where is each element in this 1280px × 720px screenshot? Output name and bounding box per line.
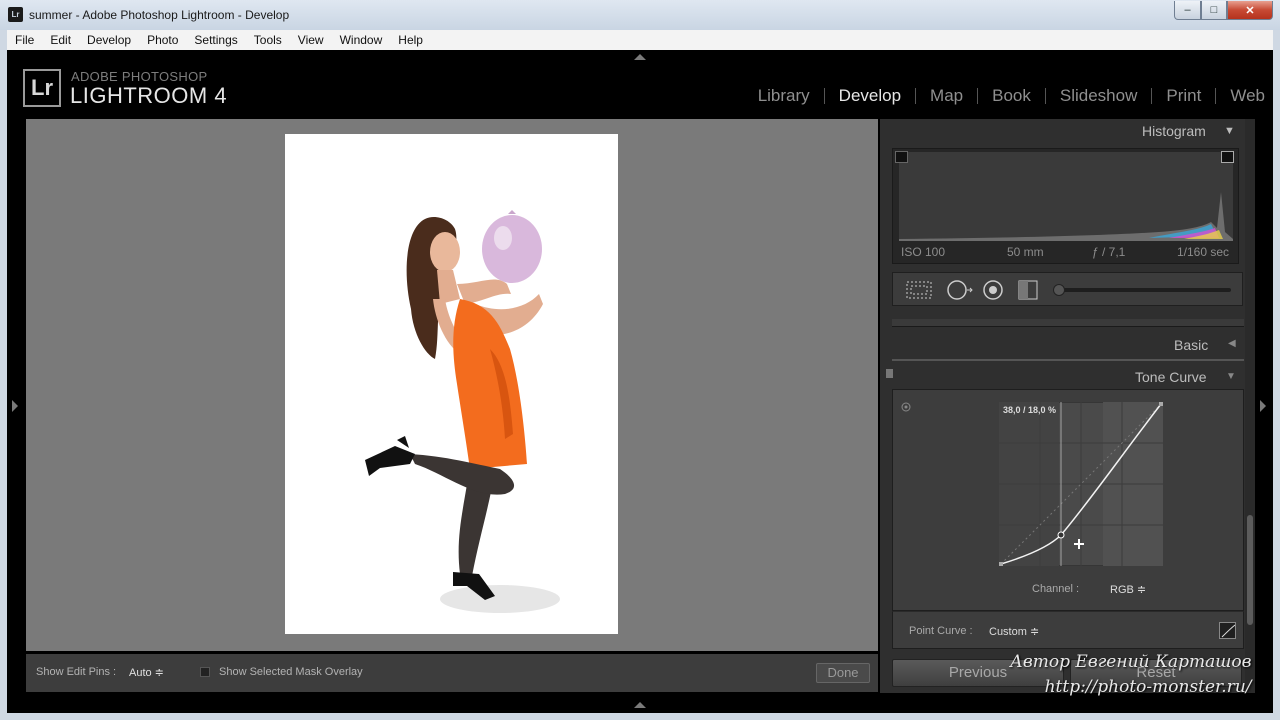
menu-edit[interactable]: Edit [42, 33, 79, 47]
mask-overlay-label: Show Selected Mask Overlay [219, 666, 363, 678]
focal-length: 50 mm [1007, 245, 1044, 259]
targeted-adjustment-icon[interactable] [901, 402, 913, 414]
bottom-toolbar: Show Edit Pins : Auto ≑ Show Selected Ma… [26, 654, 878, 692]
app-icon: Lr [8, 7, 23, 22]
module-map[interactable]: Map [916, 86, 977, 106]
module-library[interactable]: Library [744, 86, 824, 106]
shutter-speed: 1/160 sec [1177, 245, 1230, 259]
adjustment-brush-slider[interactable] [1057, 288, 1231, 292]
brand-line-2: LIGHTROOM 4 [70, 83, 228, 108]
spot-removal-icon[interactable] [945, 279, 975, 301]
histogram[interactable]: ISO 100 50 mm ƒ / 7,1 1/160 sec [892, 148, 1239, 264]
point-curve-edit-icon[interactable] [1219, 622, 1236, 639]
scrollbar-thumb[interactable] [1247, 515, 1253, 625]
watermark-url: http://photo-monster.ru/ [1044, 677, 1252, 697]
top-panel-toggle-icon[interactable] [634, 54, 646, 60]
shadow-clipping-icon[interactable] [895, 151, 908, 163]
image-loupe-view[interactable] [26, 119, 878, 651]
basic-expand-icon[interactable]: ◀ [1228, 338, 1236, 349]
module-web[interactable]: Web [1216, 86, 1273, 106]
tone-curve-panel-header[interactable]: Tone Curve [1135, 369, 1207, 385]
point-curve-row: Point Curve : Custom ≑ [892, 611, 1244, 649]
application-window: Lr summer - Adobe Photoshop Lightroom - … [0, 0, 1280, 720]
tone-curve-graph[interactable] [999, 402, 1163, 566]
brand-line-1: ADOBE PHOTOSHOP [71, 69, 208, 84]
menu-develop[interactable]: Develop [79, 33, 139, 47]
adjustment-brush-icon[interactable] [1053, 284, 1065, 296]
red-eye-icon[interactable] [981, 279, 1007, 301]
module-book[interactable]: Book [978, 86, 1045, 106]
point-curve-select[interactable]: Custom ≑ [989, 625, 1039, 638]
menu-window[interactable]: Window [332, 33, 391, 47]
graduated-filter-icon[interactable] [1015, 279, 1043, 301]
menu-bar: File Edit Develop Photo Settings Tools V… [7, 30, 1273, 50]
histogram-header[interactable]: Histogram [1142, 123, 1206, 139]
photo-preview[interactable] [285, 134, 618, 634]
mask-overlay-checkbox[interactable] [200, 667, 210, 677]
left-panel-toggle-icon[interactable] [12, 400, 18, 412]
module-print[interactable]: Print [1152, 86, 1215, 106]
right-panel: Histogram ▼ ISO 100 50 mm ƒ / 7,1 1/160 … [880, 119, 1255, 693]
menu-help[interactable]: Help [390, 33, 431, 47]
module-slideshow[interactable]: Slideshow [1046, 86, 1152, 106]
channel-select[interactable]: RGB ≑ [1110, 583, 1146, 596]
collapsed-panel-strip [892, 319, 1244, 327]
module-picker: Library Develop Map Book Slideshow Print… [744, 86, 1273, 106]
aperture: ƒ / 7,1 [1092, 245, 1126, 259]
watermark-author: Автор Евгений Карташов [1010, 652, 1252, 672]
highlight-clipping-icon[interactable] [1221, 151, 1234, 163]
window-title: summer - Adobe Photoshop Lightroom - Dev… [29, 8, 290, 22]
close-button[interactable]: ✕ [1227, 1, 1273, 20]
tone-curve-toggle-icon[interactable] [886, 369, 893, 378]
channel-label: Channel : [1032, 583, 1080, 595]
done-button[interactable]: Done [816, 663, 870, 683]
show-edit-pins-select[interactable]: Auto ≑ [129, 666, 164, 679]
menu-file[interactable]: File [7, 33, 42, 47]
bottom-panel-toggle-icon[interactable] [634, 702, 646, 708]
histogram-graph [899, 152, 1233, 241]
histogram-curve [899, 192, 1233, 241]
panel-divider [892, 359, 1244, 361]
maximize-button[interactable]: □ [1201, 1, 1227, 20]
tone-curve-collapse-icon[interactable]: ▼ [1226, 371, 1236, 382]
iso-value: ISO 100 [901, 245, 946, 259]
menu-tools[interactable]: Tools [246, 33, 290, 47]
module-develop[interactable]: Develop [825, 86, 915, 106]
develop-tool-strip [892, 272, 1243, 306]
basic-panel-header[interactable]: Basic [1174, 337, 1208, 353]
tone-curve-panel: 38,0 / 18,0 % Channel : RGB ≑ [892, 389, 1244, 611]
show-edit-pins-label: Show Edit Pins : [36, 666, 117, 678]
point-curve-label: Point Curve : [909, 625, 973, 637]
curve-readout: 38,0 / 18,0 % [1003, 405, 1057, 415]
minimize-button[interactable]: – [1174, 1, 1201, 20]
collapse-histogram-icon[interactable]: ▼ [1224, 125, 1235, 137]
menu-photo[interactable]: Photo [139, 33, 186, 47]
menu-view[interactable]: View [290, 33, 332, 47]
watermark: Автор Евгений Карташов http://photo-mons… [1010, 650, 1252, 700]
menu-settings[interactable]: Settings [186, 33, 245, 47]
lightroom-app: Lr ADOBE PHOTOSHOP LIGHTROOM 4 Library D… [7, 50, 1273, 713]
window-title-bar: Lr summer - Adobe Photoshop Lightroom - … [0, 0, 1280, 30]
photo-model-with-balloon [365, 210, 560, 613]
right-panel-toggle-icon[interactable] [1260, 400, 1266, 412]
crop-overlay-icon[interactable] [905, 279, 933, 301]
lightroom-logo: Lr [23, 69, 61, 107]
